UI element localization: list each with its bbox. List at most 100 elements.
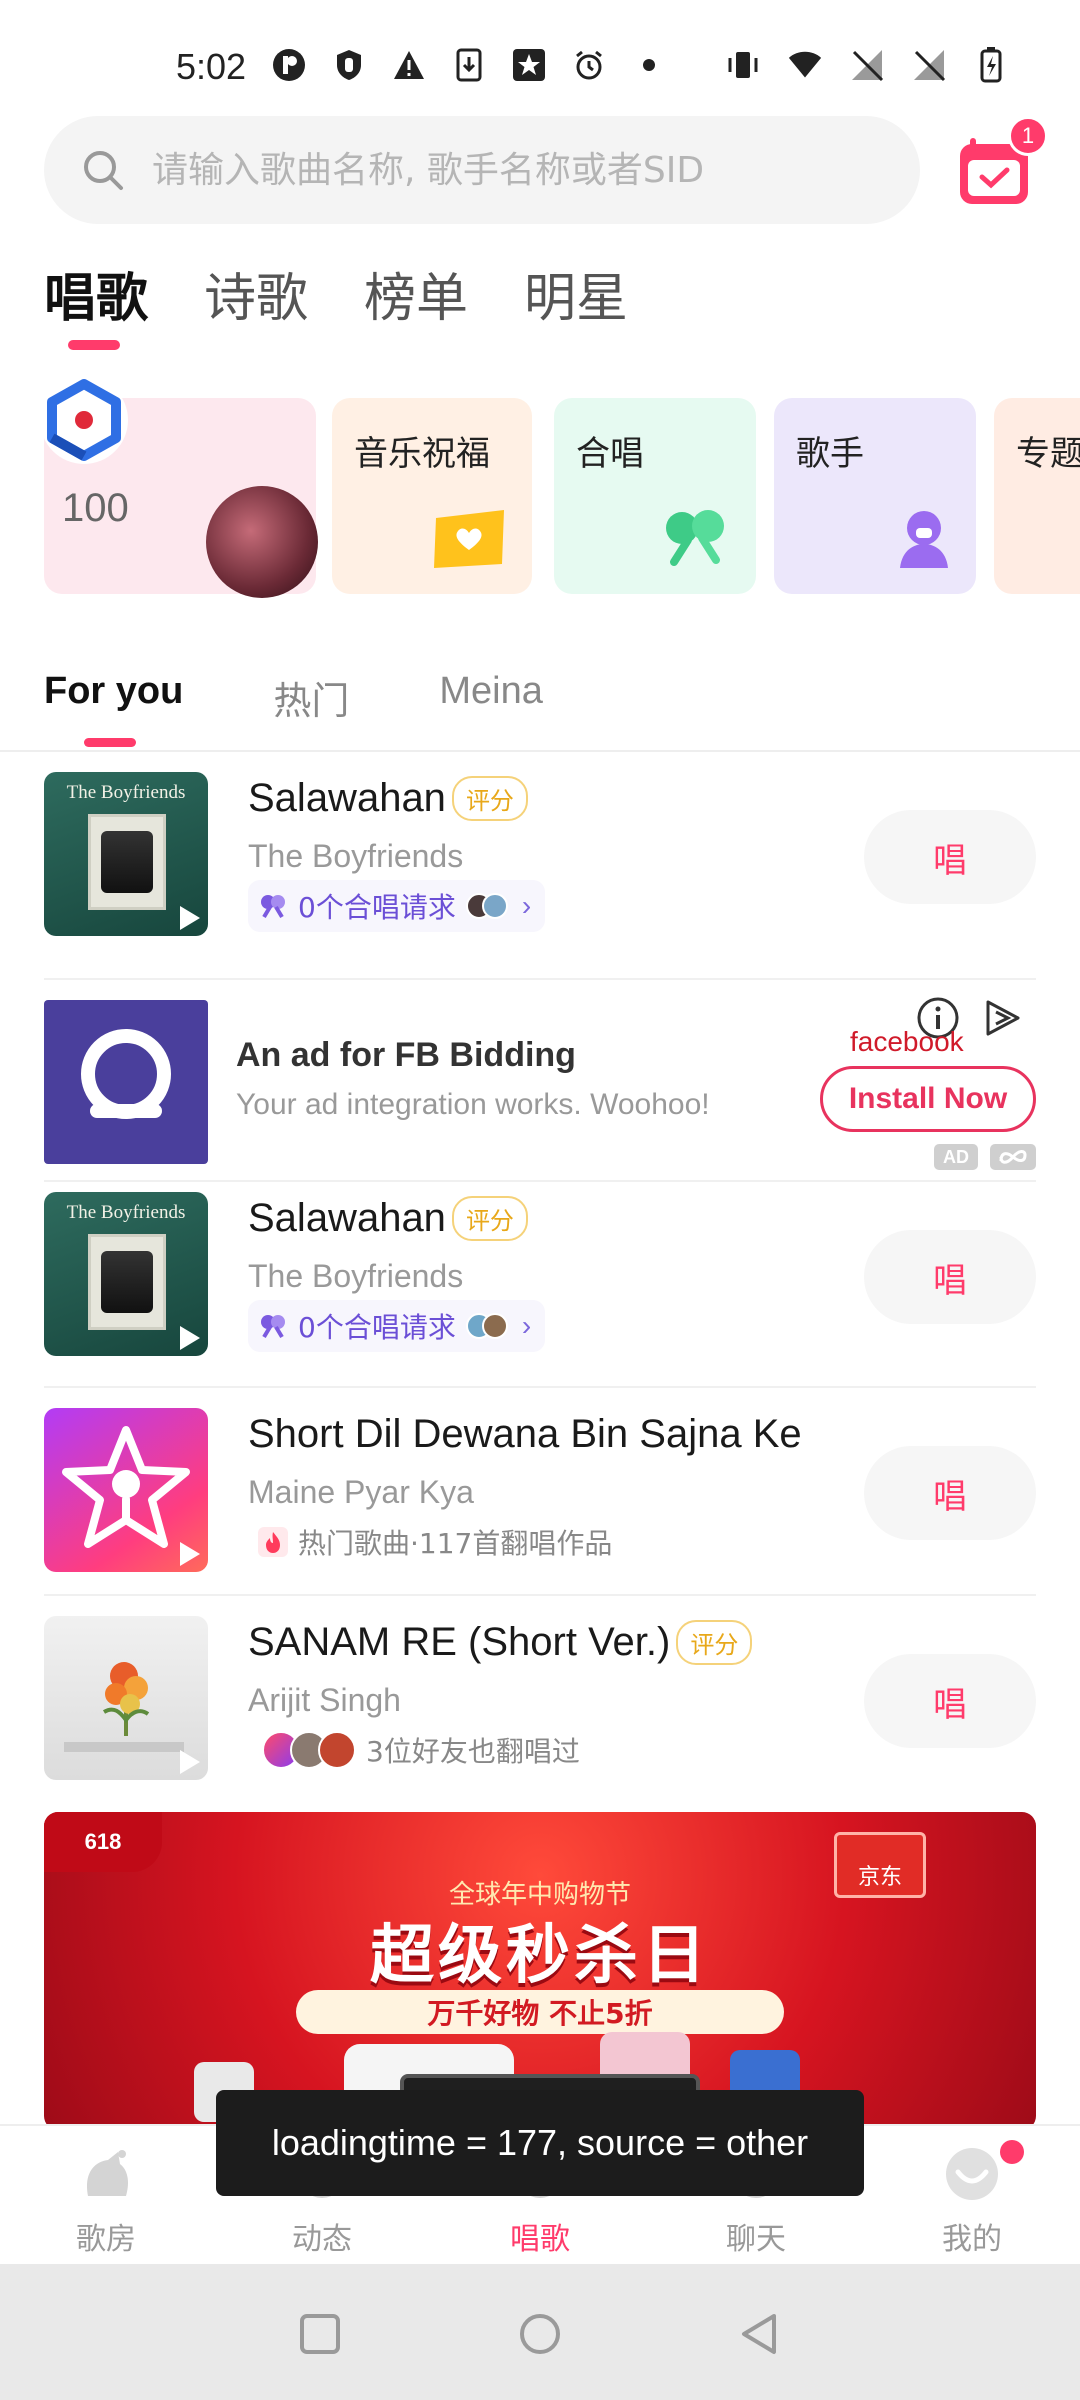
song-artist: The Boyfriends (248, 1258, 464, 1294)
album-cover[interactable] (44, 1616, 208, 1780)
tab-sing[interactable]: 唱歌 (44, 256, 148, 331)
song-row[interactable]: The Boyfriends Salawahan 评分 The Boyfrien… (44, 772, 1036, 940)
rating-tag: 评分 (451, 776, 528, 821)
meta-logo-icon (990, 1144, 1036, 1170)
category-card-music-wishes[interactable]: 音乐祝福 (332, 398, 532, 594)
tab-charts[interactable]: 榜单 (364, 256, 468, 331)
feed-tab-indicator (84, 738, 136, 747)
album-cover[interactable] (44, 1408, 208, 1572)
rating-tag: 评分 (451, 1196, 528, 1241)
chorus-requests[interactable]: 0个合唱请求 › (248, 1300, 546, 1352)
battery-charging-icon (974, 47, 1008, 83)
ad-title[interactable]: An ad for FB Bidding (236, 1036, 576, 1075)
nav-ktv-rooms[interactable]: 歌房 (46, 2126, 166, 2266)
friends-text: 3位好友也翻唱过 (366, 1735, 580, 1768)
vibrate-icon (726, 48, 760, 82)
album-cover[interactable]: The Boyfriends (44, 1192, 208, 1356)
sing-button[interactable]: 唱 (864, 1446, 1036, 1540)
song-title: Salawahan (248, 1196, 446, 1240)
tab-stars[interactable]: 明星 (524, 256, 628, 331)
song-title: Salawahan (248, 776, 446, 820)
ad-advertiser: facebook (850, 1026, 964, 1057)
play-icon (180, 1542, 200, 1566)
home-icon[interactable] (518, 2312, 562, 2356)
category-label: 音乐祝福 (354, 434, 490, 474)
song-row[interactable]: SANAM RE (Short Ver.) 评分 Arijit Singh 3位… (44, 1616, 1036, 1784)
shield-icon (332, 48, 366, 82)
heart-card-icon (434, 510, 504, 568)
promo-banner[interactable]: 618 京东 全球年中购物节 超级秒杀日 万千好物 不止5折 (44, 1812, 1036, 2130)
tab-indicator (68, 340, 120, 350)
ad-app-logo[interactable] (44, 1000, 208, 1164)
status-time: 5:02 (176, 46, 247, 87)
category-label: 合唱 (576, 434, 644, 474)
singer-avatar (206, 486, 318, 598)
nav-label: 动态 (292, 2222, 352, 2257)
system-navigation-bar (0, 2264, 1080, 2400)
dot-icon (632, 48, 666, 82)
top-tabs: 唱歌 诗歌 榜单 明星 (44, 256, 628, 331)
rating-tag: 评分 (676, 1620, 753, 1665)
ad-badge: AD (934, 1144, 978, 1170)
search-icon (84, 151, 123, 190)
chevron-right-icon: › (521, 1310, 532, 1341)
recents-icon[interactable] (298, 2312, 342, 2356)
status-bar: 5:02 (0, 0, 1080, 120)
no-signal-2-icon (912, 48, 946, 82)
album-cover[interactable]: The Boyfriends (44, 772, 208, 936)
song-artist: The Boyfriends (248, 838, 464, 874)
search-input[interactable] (152, 149, 892, 191)
song-title: SANAM RE (Short Ver.) (248, 1620, 671, 1664)
notification-badge: 1 (1008, 116, 1048, 156)
divider (44, 1594, 1036, 1596)
fire-icon (258, 1527, 288, 1557)
warning-icon (392, 48, 426, 82)
category-card-singers[interactable]: 歌手 (774, 398, 976, 594)
nav-label: 歌房 (76, 2222, 136, 2257)
play-icon (180, 906, 200, 930)
tab-for-you[interactable]: For you (44, 670, 183, 725)
divider (44, 1386, 1036, 1388)
friend-avatar (318, 1731, 356, 1769)
ad-logo-icon (81, 1029, 171, 1119)
nav-label: 我的 (942, 2222, 1002, 2257)
floating-app-logo-icon[interactable] (38, 374, 130, 466)
app-notification-icon (272, 48, 306, 82)
chorus-count: 0个合唱请求 (298, 1311, 456, 1344)
tab-hot[interactable]: 热门 (273, 670, 349, 725)
popularity-text: 热门歌曲·117首翻唱作品 (298, 1527, 613, 1560)
sing-button[interactable]: 唱 (864, 1654, 1036, 1748)
tab-poetry[interactable]: 诗歌 (204, 256, 308, 331)
download-icon (452, 48, 486, 82)
play-icon (180, 1750, 200, 1774)
play-icon (180, 1326, 200, 1350)
back-icon[interactable] (738, 2312, 782, 2356)
feed-tabs: For you 热门 Meina (44, 670, 543, 725)
song-title: Short Dil Dewana Bin Sajna Ke (248, 1412, 802, 1456)
category-label: 歌手 (796, 434, 864, 474)
song-row[interactable]: The Boyfriends Salawahan 评分 The Boyfrien… (44, 1192, 1036, 1360)
song-artist: Arijit Singh (248, 1682, 401, 1718)
ktv-room-icon (86, 2150, 128, 2196)
chorus-requests[interactable]: 0个合唱请求 › (248, 880, 546, 932)
install-now-button[interactable]: Install Now (820, 1066, 1036, 1132)
profile-notification-dot (1000, 2140, 1024, 2164)
cover-photo (88, 1234, 166, 1330)
ad-unit[interactable]: An ad for FB Bidding Your ad integration… (44, 996, 1036, 1176)
ad-choices-icon[interactable] (980, 996, 1024, 1040)
search-bar[interactable] (44, 116, 920, 224)
banner-tagline: 万千好物 不止5折 (296, 1990, 784, 2034)
profile-icon (946, 2148, 998, 2200)
user-avatar (481, 1313, 508, 1339)
friends-covered[interactable]: 3位好友也翻唱过 (248, 1724, 594, 1776)
chorus-icon (261, 1315, 285, 1339)
category-card-topics[interactable]: 专题 (994, 398, 1080, 594)
singer-icon (900, 511, 948, 568)
sing-button[interactable]: 唱 (864, 1230, 1036, 1324)
song-row[interactable]: Short Dil Dewana Bin Sajna Ke Maine Pyar… (44, 1408, 1036, 1576)
tab-meina[interactable]: Meina (439, 670, 543, 725)
category-card-chorus[interactable]: 合唱 (554, 398, 756, 594)
cover-photo (88, 814, 166, 910)
ad-subtitle: Your ad integration works. Woohoo! (236, 1088, 710, 1121)
sing-button[interactable]: 唱 (864, 810, 1036, 904)
